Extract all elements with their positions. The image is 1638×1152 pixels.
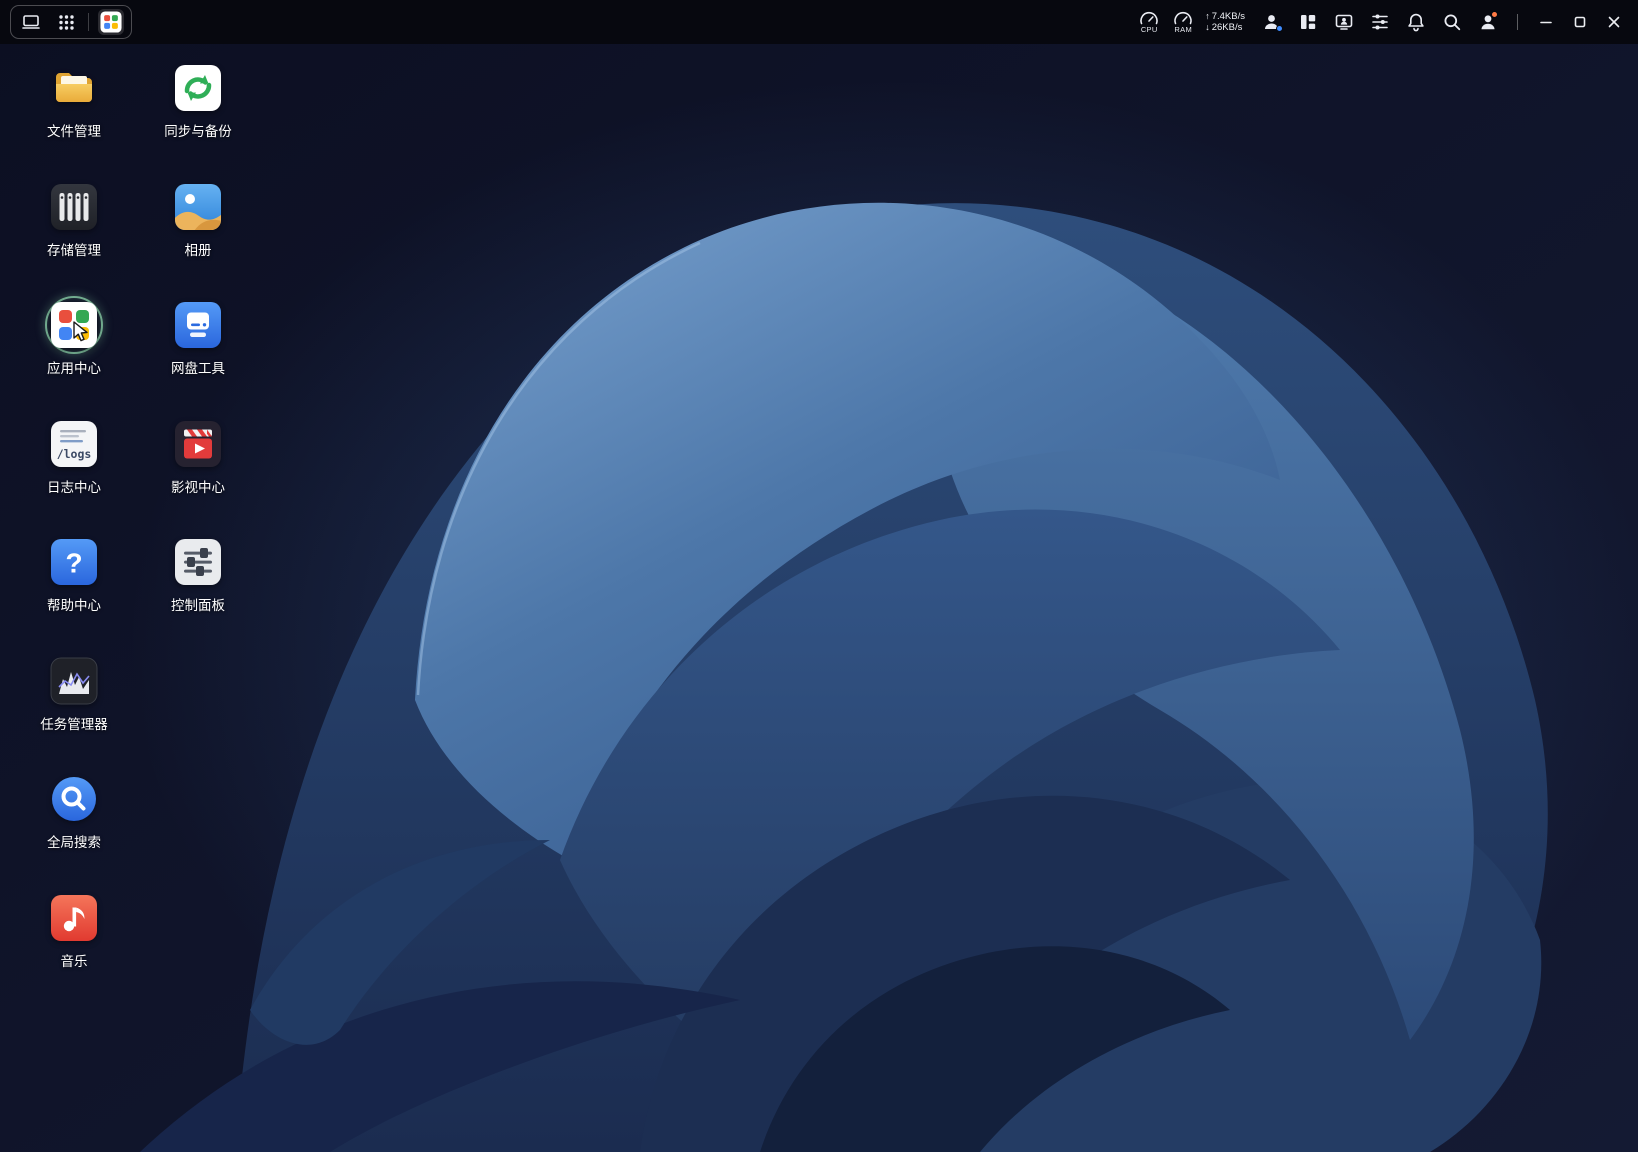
icon-label: 影视中心 bbox=[171, 479, 225, 495]
desktop-icon-storage-manager[interactable]: 存储管理 bbox=[12, 173, 136, 292]
photos-icon bbox=[175, 183, 221, 230]
desktop-icon-control-panel[interactable]: 控制面板 bbox=[136, 528, 260, 647]
cpu-monitor[interactable]: CPU bbox=[1135, 11, 1163, 34]
user-sessions-button[interactable] bbox=[1257, 7, 1287, 37]
app-center-icon bbox=[100, 11, 122, 33]
desktop-icon bbox=[22, 15, 40, 29]
minimize-icon bbox=[1540, 21, 1552, 24]
apps-grid-icon bbox=[58, 14, 74, 30]
icon-label: 全局搜索 bbox=[47, 835, 101, 850]
icon-label: 网盘工具 bbox=[171, 361, 225, 376]
help-icon: ? bbox=[51, 539, 97, 585]
music-note-icon bbox=[51, 894, 97, 941]
minimize-button[interactable] bbox=[1532, 8, 1560, 36]
ram-label: RAM bbox=[1174, 24, 1192, 34]
sync-arrows-icon bbox=[175, 65, 221, 111]
desktop-icon-file-manager[interactable]: 文件管理 bbox=[12, 54, 136, 173]
desktop-icon-netdisk-tools[interactable]: 网盘工具 bbox=[136, 291, 260, 410]
icon-label: 应用中心 bbox=[47, 361, 101, 376]
widgets-button[interactable] bbox=[1293, 7, 1323, 37]
ram-gauge-icon bbox=[1174, 11, 1192, 24]
widgets-board-icon bbox=[1301, 15, 1316, 29]
ram-monitor[interactable]: RAM bbox=[1169, 11, 1197, 34]
bell-icon bbox=[1408, 13, 1424, 32]
task-queue-button[interactable] bbox=[1365, 7, 1395, 37]
running-app-app-center[interactable] bbox=[98, 9, 124, 35]
control-sliders-icon bbox=[175, 539, 221, 585]
question-glyph: ? bbox=[65, 548, 82, 579]
desktop-icon-global-search[interactable]: 全局搜索 bbox=[12, 765, 136, 884]
close-button[interactable] bbox=[1600, 8, 1628, 36]
logs-icon: /logs bbox=[51, 420, 97, 467]
account-button[interactable] bbox=[1473, 7, 1503, 37]
remote-access-button[interactable] bbox=[1329, 7, 1359, 37]
global-search-icon bbox=[52, 777, 96, 821]
window-controls-divider bbox=[1517, 14, 1518, 30]
desktop-icon-grid: 文件管理 存储管理 应用中心 /logs 日志中心 ? 帮助中心 任务管理器 全… bbox=[12, 54, 260, 1002]
download-speed: 26KB/s bbox=[1211, 22, 1243, 33]
status-area: CPU RAM ↑ 7.4KB/s ↓ 26KB/s bbox=[1135, 7, 1628, 37]
notifications-button[interactable] bbox=[1401, 7, 1431, 37]
icon-label: 同步与备份 bbox=[164, 124, 232, 139]
icon-label: 帮助中心 bbox=[47, 598, 101, 613]
topbar: CPU RAM ↑ 7.4KB/s ↓ 26KB/s bbox=[0, 0, 1638, 44]
search-button[interactable] bbox=[1437, 7, 1467, 37]
online-badge bbox=[1276, 25, 1283, 32]
video-clapper-icon bbox=[175, 420, 221, 467]
show-desktop-button[interactable] bbox=[18, 9, 44, 35]
icon-label: 音乐 bbox=[60, 953, 88, 969]
desktop-icon-app-center[interactable]: 应用中心 bbox=[12, 291, 136, 410]
upload-speed: 7.4KB/s bbox=[1211, 11, 1245, 22]
upload-arrow-icon: ↑ bbox=[1205, 11, 1210, 21]
icon-label: 文件管理 bbox=[47, 124, 101, 139]
netdisk-drive-icon bbox=[175, 302, 221, 348]
close-icon bbox=[1608, 16, 1620, 28]
desktop-icon-music[interactable]: 音乐 bbox=[12, 884, 136, 1003]
desktop-icon-task-manager[interactable]: 任务管理器 bbox=[12, 647, 136, 766]
icon-label: 相册 bbox=[184, 242, 212, 258]
icon-label: 日志中心 bbox=[47, 479, 101, 495]
logs-icon-text: /logs bbox=[57, 447, 92, 461]
task-list-icon bbox=[1372, 14, 1388, 30]
desktop[interactable]: CPU RAM ↑ 7.4KB/s ↓ 26KB/s 文件管理 存储管理 应用中… bbox=[0, 0, 1638, 1152]
maximize-button[interactable] bbox=[1566, 8, 1594, 36]
icon-column-2: 同步与备份 相册 网盘工具 影视中心 控制面板 bbox=[136, 54, 260, 1002]
cpu-label: CPU bbox=[1140, 24, 1158, 34]
icon-column-1: 文件管理 存储管理 应用中心 /logs 日志中心 ? 帮助中心 任务管理器 全… bbox=[12, 54, 136, 1002]
activity-graph-icon bbox=[50, 657, 98, 704]
app-launcher-button[interactable] bbox=[53, 9, 79, 35]
account-alert-badge bbox=[1491, 11, 1498, 18]
download-arrow-icon: ↓ bbox=[1205, 22, 1210, 32]
taskbar bbox=[10, 5, 132, 39]
folder-icon bbox=[56, 73, 92, 102]
taskbar-separator bbox=[88, 13, 89, 31]
icon-label: 任务管理器 bbox=[40, 716, 108, 732]
desktop-icon-help-center[interactable]: ? 帮助中心 bbox=[12, 528, 136, 647]
icon-label: 控制面板 bbox=[171, 598, 225, 613]
search-icon bbox=[1444, 14, 1461, 31]
desktop-icon-video-center[interactable]: 影视中心 bbox=[136, 410, 260, 529]
app-center-icon bbox=[51, 302, 97, 348]
maximize-icon bbox=[1574, 16, 1586, 28]
desktop-icon-photos[interactable]: 相册 bbox=[136, 173, 260, 292]
icon-label: 存储管理 bbox=[47, 242, 101, 258]
storage-rack-icon bbox=[51, 183, 97, 230]
desktop-icon-log-center[interactable]: /logs 日志中心 bbox=[12, 410, 136, 529]
network-speed-widget[interactable]: ↑ 7.4KB/s ↓ 26KB/s bbox=[1205, 11, 1245, 33]
desktop-icon-sync-backup[interactable]: 同步与备份 bbox=[136, 54, 260, 173]
cpu-gauge-icon bbox=[1140, 11, 1158, 24]
remote-display-icon bbox=[1335, 14, 1353, 30]
